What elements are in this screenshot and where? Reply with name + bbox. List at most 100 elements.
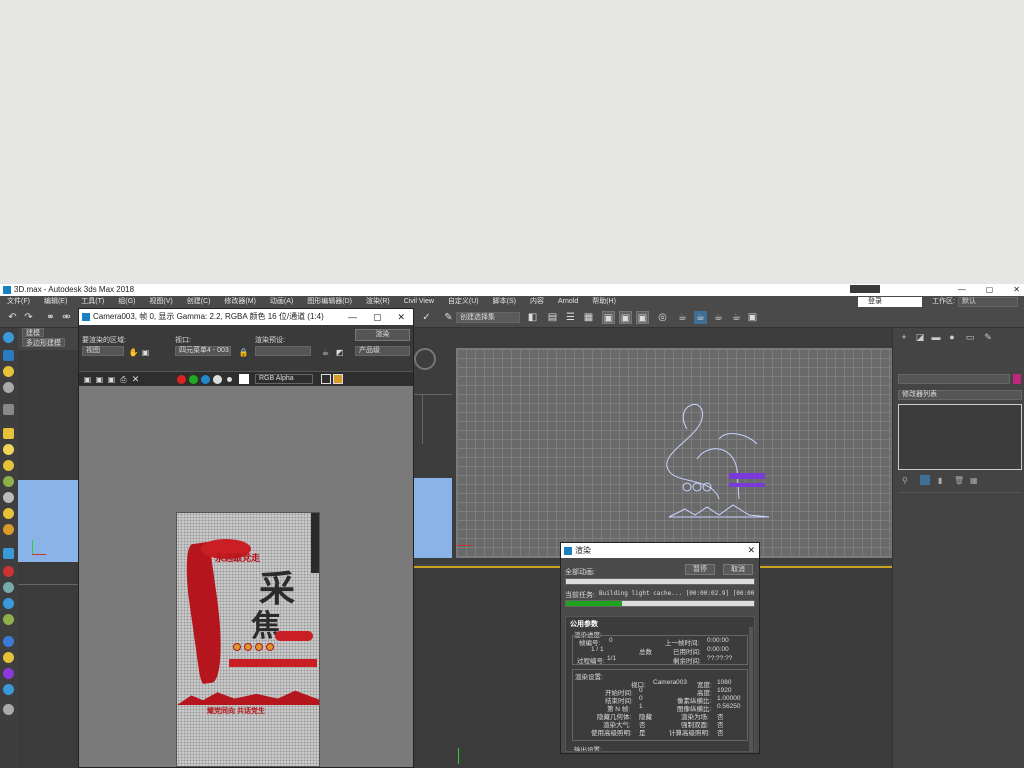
pin-stack-icon[interactable]: ⚲ — [902, 476, 908, 485]
alpha-channel-icon[interactable] — [213, 375, 222, 384]
compound-icon[interactable] — [3, 548, 14, 559]
patch-icon[interactable] — [3, 582, 14, 593]
remove-modifier-icon[interactable]: 🗑 — [954, 476, 964, 485]
menu-group[interactable]: 组(G) — [111, 296, 142, 308]
menu-modifiers[interactable]: 修改器(M) — [217, 296, 263, 308]
pause-button[interactable]: 暂停 — [685, 564, 715, 575]
blue-channel-icon[interactable] — [201, 375, 210, 384]
sphere-icon[interactable] — [3, 444, 14, 455]
dynamics-icon[interactable] — [3, 652, 14, 663]
menu-arnold[interactable]: Arnold — [551, 296, 585, 308]
login-dropdown[interactable]: 登录 — [858, 297, 922, 307]
create-tab-icon[interactable]: + — [899, 332, 909, 342]
clear-icon[interactable]: ✕ — [129, 373, 142, 386]
render-button[interactable]: 渲染 — [355, 329, 410, 341]
render-preset-dropdown[interactable] — [255, 346, 311, 356]
modifier-stack[interactable] — [898, 404, 1022, 470]
render-active-icon[interactable]: ☕ — [730, 311, 743, 324]
render-cloud-icon[interactable]: ▣ — [746, 311, 759, 324]
selection-set-dropdown[interactable]: 创建选择集 — [456, 312, 520, 323]
selection-icon[interactable] — [3, 332, 14, 343]
environment-icon[interactable]: ◩ — [333, 346, 346, 359]
area-to-render-dropdown[interactable]: 视图 — [82, 346, 124, 356]
particle-icon[interactable] — [3, 566, 14, 577]
menu-animation[interactable]: 动画(A) — [263, 296, 300, 308]
cone-icon[interactable] — [3, 492, 14, 503]
common-parameters-header[interactable]: 公用参数 — [570, 619, 598, 629]
menu-tools[interactable]: 工具(T) — [74, 296, 111, 308]
doors-icon[interactable] — [3, 684, 14, 695]
menu-edit[interactable]: 编辑(E) — [37, 296, 74, 308]
help-icon[interactable] — [3, 704, 14, 715]
cancel-button[interactable]: 取消 — [723, 564, 753, 575]
minimize-button[interactable]: — — [958, 284, 966, 296]
auto-region-icon[interactable]: ▣ — [139, 346, 152, 359]
link-icon[interactable]: ⚭ — [44, 311, 57, 324]
menu-view[interactable]: 视图(V) — [142, 296, 179, 308]
helper-icon[interactable] — [3, 404, 14, 415]
close-button[interactable]: ✕ — [1013, 284, 1020, 296]
menu-rendering[interactable]: 渲染(R) — [359, 296, 397, 308]
tab-poly-modeling[interactable]: 多边形建模 — [22, 338, 65, 347]
render-frame-icon[interactable]: ☕ — [676, 311, 689, 324]
toggle-layer-icon[interactable]: ☰ — [564, 311, 577, 324]
swatch-white-icon[interactable] — [239, 374, 249, 384]
snap-icon[interactable]: ✓ — [420, 311, 433, 324]
menu-scripting[interactable]: 脚本(S) — [486, 296, 523, 308]
make-unique-icon[interactable]: ▮ — [938, 476, 942, 485]
stairs-icon[interactable] — [3, 668, 14, 679]
redo-icon[interactable]: ↷ — [22, 311, 35, 324]
green-channel-icon[interactable] — [189, 375, 198, 384]
menu-customize[interactable]: 自定义(U) — [441, 296, 486, 308]
rendering-dialog-close-icon[interactable]: ✕ — [747, 543, 755, 558]
menu-content[interactable]: 内容 — [523, 296, 551, 308]
sun-icon[interactable] — [3, 508, 14, 519]
material-editor-icon[interactable]: ▣ — [636, 311, 649, 324]
menu-file[interactable]: 文件(F) — [0, 296, 37, 308]
scene-explorer-icon[interactable]: ▦ — [582, 311, 595, 324]
light-icon[interactable] — [3, 366, 14, 377]
modifier-list-dropdown[interactable]: 修改器列表 — [898, 390, 1022, 400]
viewport-dropdown[interactable]: 四元菜单4 - 003 — [175, 346, 231, 356]
viewport-grid[interactable] — [456, 348, 892, 558]
torus-icon[interactable] — [3, 476, 14, 487]
lock-icon[interactable]: 🔒 — [237, 346, 250, 359]
motion-tab-icon[interactable]: ● — [947, 332, 957, 342]
show-end-result-icon[interactable] — [920, 475, 930, 485]
workspace-select[interactable]: 默认 — [958, 297, 1018, 307]
display-toggle-icon[interactable] — [321, 374, 331, 384]
utilities-tab-icon[interactable]: ✎ — [983, 332, 993, 342]
menu-graph-editors[interactable]: 图形编辑器(D) — [300, 296, 359, 308]
object-color-swatch[interactable] — [1013, 374, 1021, 384]
foliage-icon[interactable] — [3, 614, 14, 625]
monochrome-icon[interactable] — [227, 377, 232, 382]
tab-modeling[interactable]: 建模 — [22, 328, 44, 337]
mirror-icon[interactable]: ◧ — [526, 311, 539, 324]
teapot-icon[interactable] — [3, 524, 14, 535]
undo-icon[interactable]: ↶ — [6, 311, 19, 324]
align-icon[interactable]: ▤ — [546, 311, 559, 324]
unlink-icon[interactable]: ⚮ — [60, 311, 73, 324]
hierarchy-tab-icon[interactable]: ▬ — [931, 332, 941, 342]
camera-icon[interactable] — [3, 382, 14, 393]
display-tab-icon[interactable]: ▭ — [965, 332, 975, 342]
cylinder-icon[interactable] — [3, 460, 14, 471]
menu-help[interactable]: 帮助(H) — [585, 296, 623, 308]
production-dropdown[interactable]: 产品级 — [355, 346, 410, 356]
channel-dropdown[interactable]: RGB Alpha — [255, 374, 313, 384]
fb-close-button[interactable]: ✕ — [397, 309, 405, 325]
params-scrollbar[interactable] — [749, 627, 753, 751]
schematic-view-icon[interactable]: ▣ — [619, 311, 632, 324]
viewcube-icon[interactable] — [414, 348, 436, 370]
edit-named-selection-icon[interactable]: ✎ — [442, 311, 455, 324]
menu-civil-view[interactable]: Civil View — [397, 296, 441, 308]
fb-minimize-button[interactable]: — — [348, 309, 357, 325]
object-paint-icon[interactable] — [3, 350, 14, 361]
red-channel-icon[interactable] — [177, 375, 186, 384]
box-icon[interactable] — [3, 428, 14, 439]
fb-maximize-button[interactable]: ▢ — [373, 309, 382, 325]
configure-sets-icon[interactable]: ▦ — [970, 476, 978, 485]
maximize-button[interactable]: ▢ — [986, 284, 994, 296]
viewport-left[interactable] — [18, 350, 78, 768]
menu-create[interactable]: 创建(C) — [180, 296, 218, 308]
